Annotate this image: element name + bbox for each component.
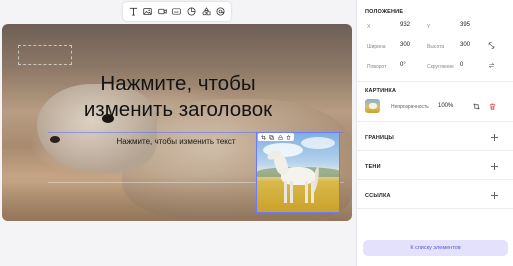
position-section-title: ПОЛОЖЕНИЕ <box>365 9 404 15</box>
opacity-input[interactable]: 100% <box>438 103 453 109</box>
slide-title[interactable]: Нажмите, чтобы изменить заголовок <box>62 71 294 123</box>
add-border-icon[interactable] <box>491 134 498 141</box>
horse-leg <box>284 181 287 203</box>
section-divider <box>357 150 513 151</box>
back-to-elements-button[interactable]: К списку элементов <box>363 240 508 256</box>
delete-icon[interactable] <box>286 134 292 140</box>
svg-text:GIF: GIF <box>174 10 179 14</box>
slide-canvas[interactable]: Нажмите, чтобы изменить заголовок Нажмит… <box>2 24 352 221</box>
image-section-title: КАРТИНКА <box>365 88 397 94</box>
image-icon[interactable] <box>142 6 153 17</box>
selected-image-element[interactable] <box>256 132 340 213</box>
image-cloud <box>301 137 335 149</box>
slide-title-line-1: Нажмите, чтобы <box>100 72 256 95</box>
image-thumbnail[interactable] <box>365 99 380 113</box>
section-divider <box>357 208 513 209</box>
lock-icon[interactable] <box>277 134 283 140</box>
width-label: Ширина <box>367 44 386 50</box>
thumbnail-horse <box>369 103 377 109</box>
horse-leg <box>311 181 314 203</box>
x-input[interactable]: 932 <box>400 22 410 28</box>
sticker-icon[interactable] <box>186 6 197 17</box>
section-divider <box>357 81 513 82</box>
section-divider <box>357 121 513 122</box>
slide-title-line-2: изменить заголовок <box>83 98 273 121</box>
radius-label: Скругление <box>427 64 454 70</box>
shadows-section-title[interactable]: ТЕНИ <box>365 164 381 170</box>
y-label: Y <box>427 24 431 30</box>
y-input[interactable]: 395 <box>460 22 470 28</box>
borders-section-title[interactable]: ГРАНИЦЫ <box>365 135 394 141</box>
gif-icon[interactable]: GIF <box>171 6 182 17</box>
video-icon[interactable] <box>157 6 168 17</box>
crop-icon[interactable] <box>260 134 266 140</box>
height-input[interactable]: 300 <box>460 42 470 48</box>
radius-input[interactable]: 0 <box>460 62 463 68</box>
duplicate-icon[interactable] <box>269 134 275 140</box>
element-toolbar: GIF <box>123 2 231 21</box>
properties-panel: ПОЛОЖЕНИЕ X 932 Y 395 Ширина 300 Высота … <box>356 0 513 266</box>
opacity-label: Непрозрачность <box>391 104 429 110</box>
aspect-lock-icon[interactable] <box>487 41 496 50</box>
background-photo-seal-nose <box>50 136 60 143</box>
image-mini-toolbar <box>258 133 294 141</box>
crop-icon[interactable] <box>472 102 481 111</box>
trash-icon[interactable] <box>488 102 497 111</box>
section-divider <box>357 179 513 180</box>
width-input[interactable]: 300 <box>400 42 410 48</box>
horse-leg <box>290 181 293 203</box>
add-shadow-icon[interactable] <box>491 163 498 170</box>
email-icon[interactable] <box>215 6 226 17</box>
empty-element-placeholder[interactable] <box>18 45 72 65</box>
editor-root: GIF Нажмите, чтобы изменить заголовок На… <box>0 0 513 266</box>
rotate-label: Поворот <box>367 64 387 70</box>
rotate-input[interactable]: 0° <box>400 62 406 68</box>
horse-leg <box>305 181 308 203</box>
shapes-icon[interactable] <box>201 6 212 17</box>
text-icon[interactable] <box>128 6 139 17</box>
add-link-icon[interactable] <box>491 192 498 199</box>
x-label: X <box>367 24 371 30</box>
slide-subtitle[interactable]: Нажмите, чтобы изменить текст <box>96 137 256 146</box>
link-section-title[interactable]: ССЫЛКА <box>365 193 391 199</box>
height-label: Высота <box>427 44 445 50</box>
reset-rotation-icon[interactable] <box>487 61 496 70</box>
